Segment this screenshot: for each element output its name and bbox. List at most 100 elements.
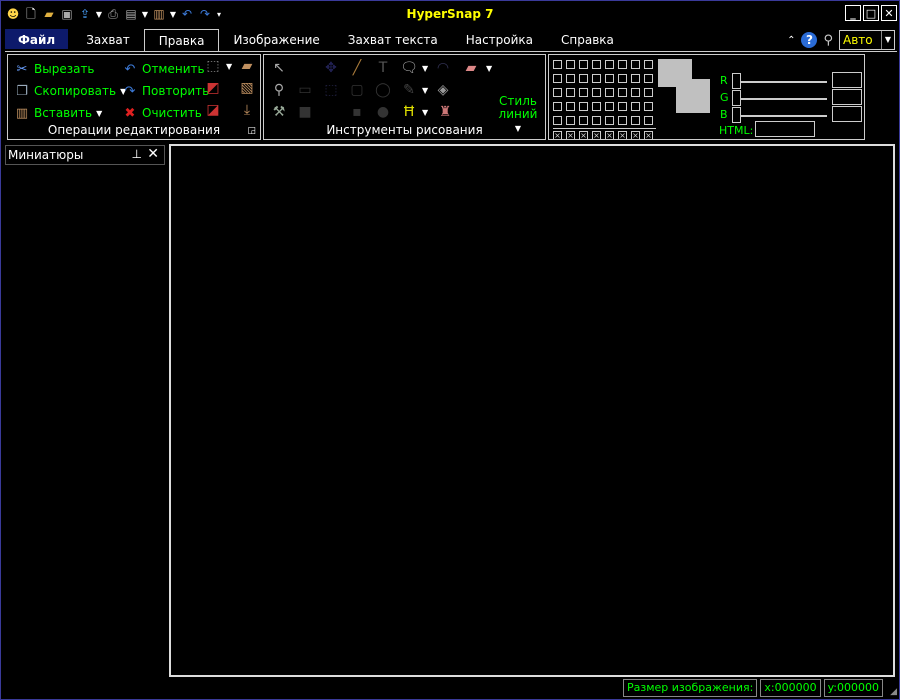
palette-color-cell[interactable] [618,60,627,69]
fill-tool-icon[interactable]: ◈ [434,81,452,99]
palette-color-cell[interactable] [618,116,627,125]
undo-button[interactable]: ↶ Отменить [122,61,205,77]
palette-color-cell[interactable] [644,102,653,111]
pen-tool-icon[interactable]: ✎ [400,81,418,99]
b-value-field[interactable] [832,106,862,122]
palette-color-cell[interactable] [566,102,575,111]
filled-ellipse-icon[interactable]: ● [374,103,392,121]
palette-color-cell[interactable] [579,116,588,125]
paste-dropdown-icon[interactable]: ▼ [96,109,102,118]
paste-layer-icon[interactable]: ▧ [238,79,256,97]
palette-color-cell[interactable] [631,60,640,69]
cut-button[interactable]: ✂ Вырезать [14,61,95,77]
r-value-field[interactable] [832,72,862,88]
close-icon[interactable]: ✕ [147,146,159,162]
palette-color-cell[interactable] [644,88,653,97]
b-slider-thumb[interactable] [732,107,741,123]
tab-edit[interactable]: Правка [143,29,220,51]
text-tool-icon[interactable]: T [374,59,392,77]
upload-dropdown-icon[interactable]: ▼ [95,10,103,19]
palette-color-cell[interactable] [592,60,601,69]
palette-color-cell[interactable] [631,116,640,125]
palette-color-cell[interactable] [592,102,601,111]
eraser-icon[interactable]: ▰ [462,59,480,77]
paste-icon[interactable]: ▥ [151,6,167,22]
g-value-field[interactable] [832,89,862,105]
callout-tool-icon[interactable]: 🗨 [400,59,418,77]
eraser-dropdown-icon[interactable]: ▼ [486,64,492,73]
app-logo-icon[interactable]: ☻ [5,6,21,22]
redo-button[interactable]: ↷ Повторить [122,83,210,99]
open-folder-icon[interactable]: ▰ [41,6,57,22]
palette-color-cell[interactable] [579,88,588,97]
customize-qat-icon[interactable]: ▾ [215,10,223,19]
palette-color-cell[interactable] [566,116,575,125]
redo-icon[interactable]: ↷ [197,6,213,22]
palette-color-cell[interactable] [579,74,588,83]
help-icon[interactable]: ? [801,32,818,48]
palette-color-cell[interactable] [644,74,653,83]
tab-text-capture[interactable]: Захват текста [334,29,452,49]
resize-grip-icon[interactable]: ◢ [890,687,897,697]
zoom-tool-icon[interactable]: ⚲ [270,81,288,99]
palette-color-cell[interactable] [553,74,562,83]
new-file-icon[interactable]: 🗋 [23,6,39,22]
copy-button[interactable]: ❐ Скопировать ▼ [14,83,126,99]
palette-color-cell[interactable] [579,60,588,69]
palette-color-cell[interactable] [566,74,575,83]
zoom-select[interactable]: Авто ▼ [839,30,895,50]
palette-color-cell[interactable] [605,74,614,83]
custom-color-cell[interactable]: × [605,131,614,140]
html-color-field[interactable] [755,121,815,137]
palette-color-cell[interactable] [618,74,627,83]
pen-dropdown-icon[interactable]: ▼ [422,86,428,95]
palette-color-cell[interactable] [566,88,575,97]
custom-color-cell[interactable]: × [631,131,640,140]
copy-image-icon[interactable]: ▤ [123,6,139,22]
save-icon[interactable]: ▣ [59,6,75,22]
undo-icon[interactable]: ↶ [179,6,195,22]
filled-rounded-icon[interactable]: ▪ [348,103,366,121]
filled-rect-icon[interactable]: ■ [296,103,314,121]
palette-color-cell[interactable] [592,74,601,83]
image-canvas[interactable] [169,144,895,677]
collapse-ribbon-icon[interactable]: ⌃ [787,35,795,46]
palette-color-cell[interactable] [644,60,653,69]
maximize-button[interactable]: □ [863,5,879,21]
upload-icon[interactable]: ⇪ [77,6,93,22]
palette-color-cell[interactable] [553,60,562,69]
palette-color-cell[interactable] [605,60,614,69]
palette-color-cell[interactable] [618,102,627,111]
callout-dropdown-icon[interactable]: ▼ [422,64,428,73]
r-slider-thumb[interactable] [732,73,741,89]
palette-color-cell[interactable] [605,102,614,111]
tab-settings[interactable]: Настройка [452,29,547,49]
pin-icon[interactable]: ⊥ [132,147,142,161]
tab-help[interactable]: Справка [547,29,628,49]
zoom-magnifier-icon[interactable]: ⚲ [823,33,833,48]
custom-color-cell[interactable]: × [553,131,562,140]
flip-icon[interactable]: ◪ [204,101,222,119]
select-region-icon[interactable]: ✥ [322,59,340,77]
chevron-down-icon[interactable]: ▼ [881,31,894,49]
r-slider-track[interactable] [735,81,827,83]
b-slider-track[interactable] [735,115,827,117]
close-button[interactable]: ✕ [881,5,897,21]
line-tool-icon[interactable]: ╱ [348,59,366,77]
rectangle-tool-icon[interactable]: ▭ [296,81,314,99]
palette-color-cell[interactable] [618,88,627,97]
paste-dropdown-icon[interactable]: ▼ [169,10,177,19]
pointer-tool-icon[interactable]: ↖ [270,59,288,77]
g-slider-thumb[interactable] [732,90,741,106]
select-dropdown-icon[interactable]: ▼ [226,62,232,71]
custom-color-cell[interactable]: × [579,131,588,140]
palette-color-cell[interactable] [553,88,562,97]
custom-color-cell[interactable]: × [644,131,653,140]
arc-tool-icon[interactable]: ◠ [434,59,452,77]
spray-tool-icon[interactable]: ♜ [436,103,454,121]
foreground-color-swatch[interactable] [658,59,692,87]
stamp-tool-icon[interactable]: ⚒ [270,103,288,121]
ellipse-tool-icon[interactable]: ◯ [374,81,392,99]
palette-color-cell[interactable] [644,116,653,125]
highlight-dropdown-icon[interactable]: ▼ [422,108,428,117]
